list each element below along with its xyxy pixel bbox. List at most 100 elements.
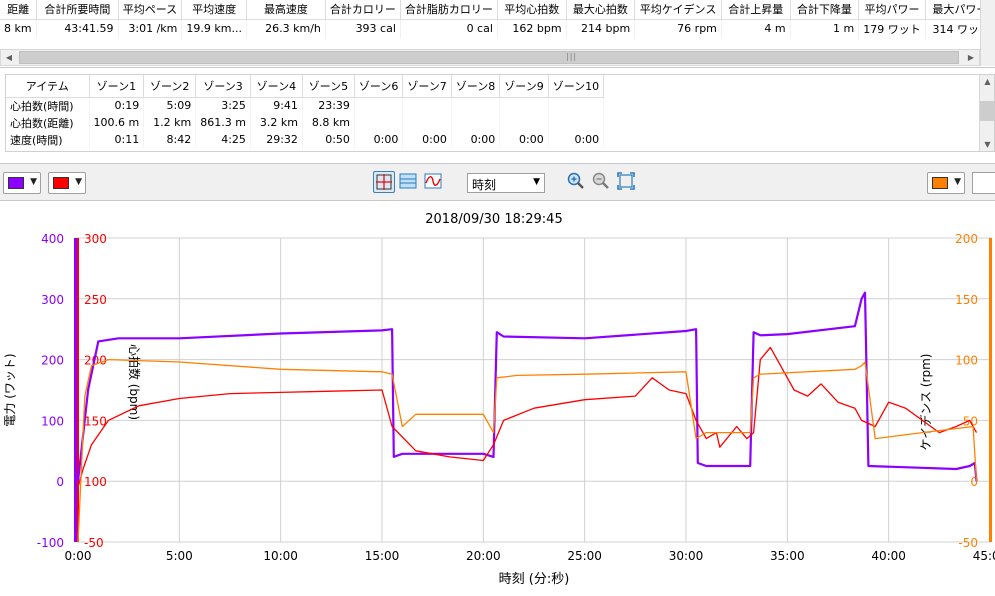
zoom-out-icon	[592, 172, 609, 189]
col-header[interactable]: 合計脂肪カロリー	[400, 0, 498, 20]
zone-cell: 4:25	[195, 131, 251, 148]
table-row[interactable]: 心拍数(時間) 0:19 5:09 3:25 9:41 23:39	[6, 97, 605, 114]
summary-table: 距離 合計所要時間 平均ペース 平均速度 最高速度 合計カロリー 合計脂肪カロリ…	[0, 0, 995, 38]
col-header[interactable]: 平均ペース	[118, 0, 183, 20]
summary-cell: 43:41.59	[36, 19, 119, 38]
col-header[interactable]: 平均パワー	[858, 0, 926, 20]
zone-cell	[451, 97, 501, 114]
time-mode-select[interactable]: 時刻 ▼	[467, 173, 545, 193]
col-header[interactable]: 距離	[0, 0, 38, 20]
plot-area[interactable]	[77, 237, 991, 543]
summary-cell: 4 m	[721, 19, 791, 38]
table-row[interactable]: 心拍数(距離) 100.6 m 1.2 km 861.3 m 3.2 km 8.…	[6, 114, 605, 131]
col-header[interactable]: ゾーン7	[402, 75, 452, 98]
summary-cell: 179 ワット	[858, 19, 926, 38]
chart-area[interactable]: 0:00 5:00 10:00 15:00 20:00 25:00 30:00 35:00 40…	[0, 202, 995, 593]
y-tick-label: 300	[41, 293, 64, 307]
y-tick-label: 0	[56, 475, 64, 489]
col-header[interactable]: ゾーン3	[195, 75, 251, 98]
x-tick-label: 45:00	[973, 549, 995, 563]
zone-cell	[451, 114, 501, 131]
zones-table: アイテム ゾーン1 ゾーン2 ゾーン3 ゾーン4 ゾーン5 ゾーン6 ゾーン7 …	[6, 75, 605, 148]
col-header[interactable]: 平均心拍数	[497, 0, 567, 20]
summary-vertical-scrollbar[interactable]	[980, 0, 995, 66]
fit-button[interactable]	[616, 171, 638, 193]
col-header[interactable]: ゾーン10	[548, 75, 605, 98]
zoom-in-button[interactable]	[566, 171, 588, 193]
col-header[interactable]: 平均速度	[181, 0, 247, 20]
split-view-button[interactable]	[398, 171, 420, 193]
crosshair-button[interactable]	[373, 171, 395, 193]
scroll-right-icon[interactable]: ▶	[963, 50, 979, 65]
summary-cell: 26.3 km/h	[246, 19, 326, 38]
zone-cell: 8:42	[143, 131, 197, 148]
chevron-down-icon: ▼	[30, 177, 37, 187]
col-header[interactable]: ゾーン2	[143, 75, 197, 98]
col-header[interactable]: ゾーン1	[89, 75, 145, 98]
fit-icon	[617, 172, 635, 190]
y-tick-label: -50	[958, 536, 978, 550]
x-tick-label: 5:00	[166, 549, 193, 563]
zone-cell	[354, 114, 404, 131]
summary-horizontal-scrollbar[interactable]: ◀ ||| ▶	[0, 49, 980, 66]
col-header[interactable]: 合計上昇量	[721, 0, 791, 20]
x-tick-label: 20:00	[466, 549, 501, 563]
zone-cell: 9:41	[250, 97, 303, 114]
multi-series-chart[interactable]: 0:00 5:00 10:00 15:00 20:00 25:00 30:00 35:00 40…	[0, 202, 995, 593]
col-header[interactable]: ゾーン9	[499, 75, 549, 98]
col-header[interactable]: 最高速度	[246, 0, 326, 20]
x-tick-label: 30:00	[669, 549, 704, 563]
toolbar-overflow-button[interactable]	[972, 172, 995, 194]
zone-cell: 8.8 km	[302, 114, 355, 131]
zone-cell: 0:00	[499, 131, 549, 148]
zone-cell	[499, 114, 549, 131]
power-axis-line	[74, 238, 77, 542]
cadence-color-picker[interactable]: ▼	[927, 172, 965, 194]
power-color-picker[interactable]: ▼	[3, 172, 41, 194]
scroll-up-icon[interactable]: ▲	[980, 77, 995, 86]
zoom-in-icon	[567, 172, 584, 189]
scrollbar-thumb[interactable]: |||	[19, 51, 959, 64]
col-header[interactable]: ゾーン6	[354, 75, 404, 98]
y-tick-label: 100	[41, 414, 64, 428]
zone-cell	[548, 114, 605, 131]
summary-value-row[interactable]: 8 km 43:41.59 3:01 /km 19.9 km... 26.3 k…	[0, 19, 995, 38]
split-view-icon	[399, 173, 417, 189]
time-mode-value: 時刻	[472, 178, 497, 192]
zone-cell: 0:00	[548, 131, 605, 148]
x-tick-label: 0:00	[65, 549, 92, 563]
x-axis-title: 時刻 (分:秒)	[499, 572, 570, 587]
zone-cell: 0:19	[89, 97, 145, 114]
zone-cell: 心拍数(距離)	[6, 114, 90, 131]
col-header[interactable]: アイテム	[6, 75, 90, 98]
col-header[interactable]: 平均ケイデンス	[634, 0, 722, 20]
table-row[interactable]: 速度(時間) 0:11 8:42 4:25 29:32 0:50 0:00 0:…	[6, 131, 605, 148]
scrollbar-thumb[interactable]	[980, 101, 995, 121]
heart-rate-axis-line	[77, 238, 79, 542]
heart-rate-axis-title: 心拍数 (bpm)	[127, 344, 142, 420]
col-header[interactable]: 合計所要時間	[36, 0, 119, 20]
summary-header-row: 距離 合計所要時間 平均ペース 平均速度 最高速度 合計カロリー 合計脂肪カロリ…	[0, 0, 995, 20]
col-header[interactable]: ゾーン8	[451, 75, 501, 98]
zone-cell: 861.3 m	[195, 114, 251, 131]
cadence-axis-title: ケイデンス (rpm)	[918, 354, 933, 451]
col-header[interactable]: 合計下降量	[790, 0, 860, 20]
y-tick-label: 300	[84, 232, 107, 246]
scroll-left-icon[interactable]: ◀	[1, 50, 17, 65]
heart-rate-color-picker[interactable]: ▼	[48, 172, 86, 194]
col-header[interactable]: ゾーン5	[302, 75, 355, 98]
zones-vertical-scrollbar[interactable]: ▲ ▼	[979, 75, 995, 151]
col-header[interactable]: 合計カロリー	[325, 0, 401, 20]
cadence-axis-line	[989, 238, 992, 542]
col-header[interactable]: 最大心拍数	[566, 0, 636, 20]
col-header[interactable]: ゾーン4	[250, 75, 303, 98]
zone-cell: 心拍数(時間)	[6, 97, 90, 114]
zone-cell: 5:09	[143, 97, 197, 114]
zoom-out-button[interactable]	[591, 171, 613, 193]
smooth-button[interactable]	[423, 171, 445, 193]
zone-cell: 速度(時間)	[6, 131, 90, 148]
scroll-down-icon[interactable]: ▼	[980, 140, 995, 149]
summary-cell: 393 cal	[325, 19, 401, 38]
color-swatch	[932, 177, 948, 189]
y-tick-label: 400	[41, 232, 64, 246]
